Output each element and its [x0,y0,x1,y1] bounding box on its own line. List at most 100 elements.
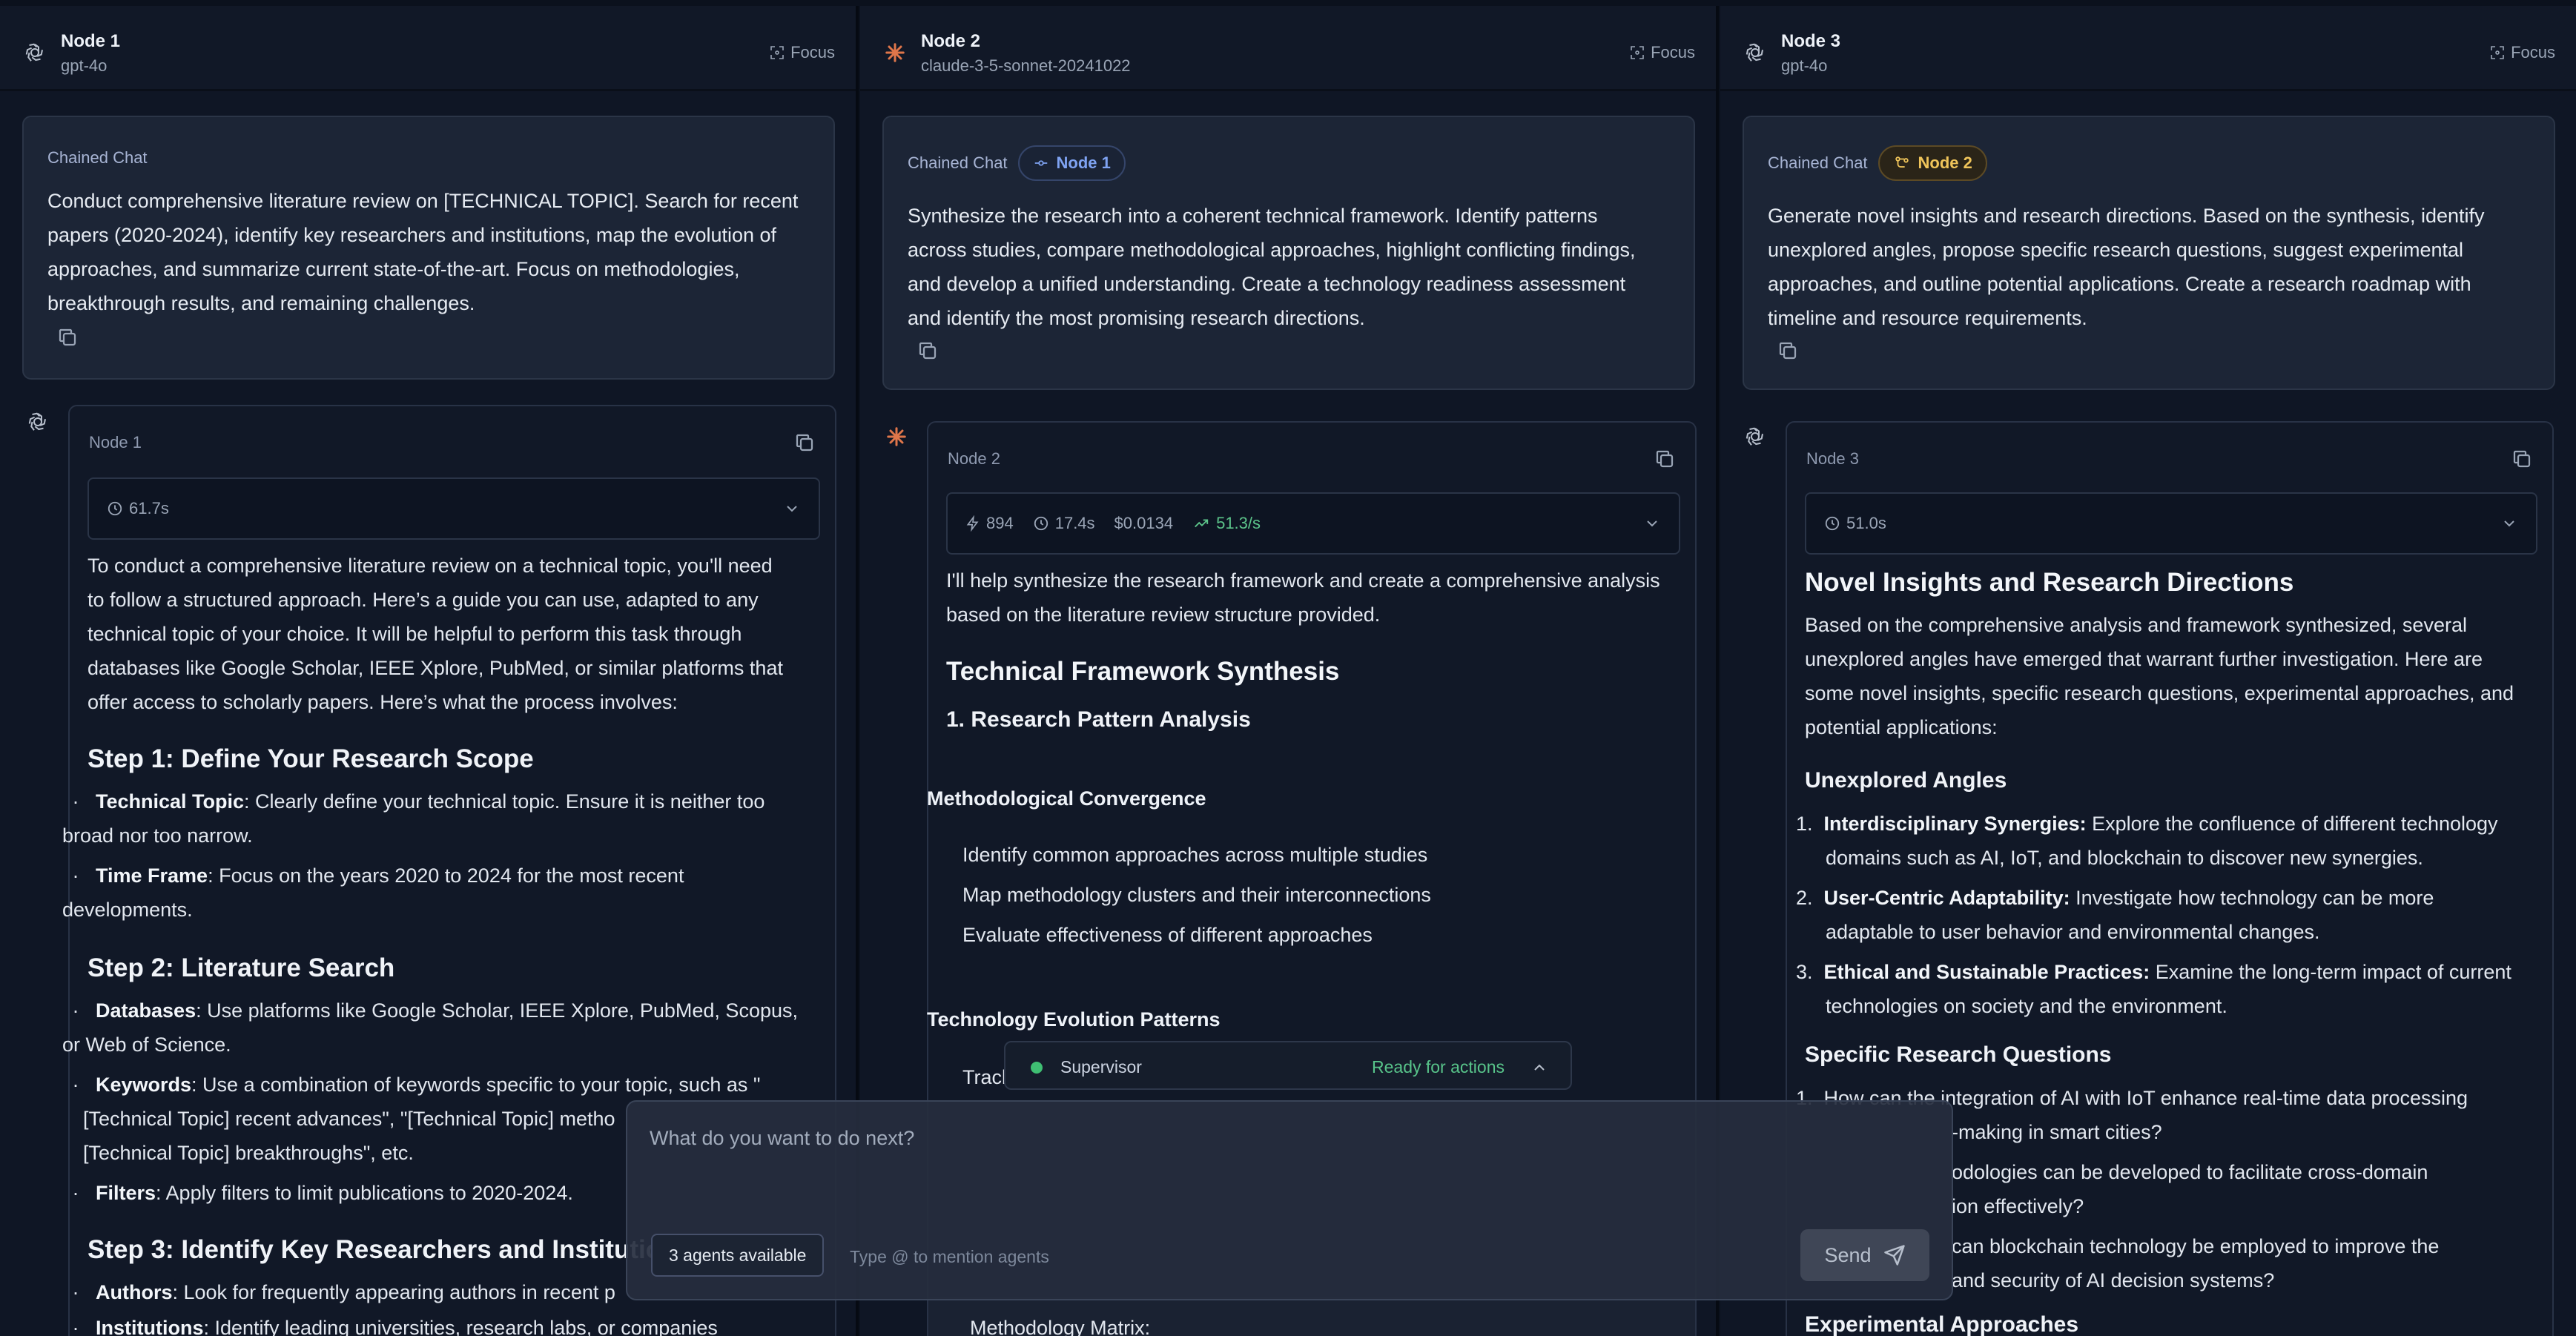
supervisor-bar[interactable]: Supervisor Ready for actions [1004,1041,1572,1090]
step-heading: Step 3: Identify Key Researchers and Ins… [87,1235,678,1264]
time-stat: 51.0s [1824,514,1886,533]
subsection-heading: 1. Research Pattern Analysis [946,707,1251,732]
code-line: Methodology Matrix: [970,1317,1151,1336]
chevron-down-icon[interactable] [1643,515,1661,532]
send-button[interactable]: Send [1800,1229,1929,1281]
prompt-card: Chained Chat Node 2 Generate novel insig… [1743,116,2555,390]
clock-icon [1825,516,1840,531]
response-node-label: Node 3 [1806,449,1859,468]
node-model: claude-3-5-sonnet-20241022 [921,56,1131,75]
chained-chat-label: Chained Chat [1768,153,1868,172]
focus-label: Focus [2511,43,2555,62]
prompt-card: Chained Chat Node 1 Synthesize the resea… [882,116,1695,390]
response-intro: Based on the comprehensive analysis and … [1805,614,2514,738]
time-stat: 61.7s [107,499,169,518]
section-heading: Novel Insights and Research Directions [1805,568,2294,597]
clock-icon [1034,516,1048,531]
supervisor-name: Supervisor [1060,1057,1142,1077]
tokens-stat: 894 [965,514,1014,533]
node-title: Node 3 [1781,31,1841,51]
chevron-down-icon[interactable] [2500,515,2518,532]
node-header: Node 3 gpt-4o Focus [1720,6,2576,91]
list-item: 3. Ethical and Sustainable Practices: Ex… [1796,961,2511,1017]
list-item: Map methodology clusters and their inter… [962,884,1431,906]
chained-node-pill[interactable]: Node 2 [1877,145,1987,181]
list-item: · Authors: Look for frequently appearing… [67,1281,615,1303]
copy-icon[interactable] [1777,340,1799,362]
subsection-heading: Experimental Approaches [1805,1312,2079,1336]
cost-stat: $0.0134 [1114,514,1174,532]
link-icon [1895,156,1909,168]
section-heading: Technical Framework Synthesis [946,657,1340,686]
step-heading: Step 2: Literature Search [87,953,395,982]
list-item: Identify common approaches across multip… [962,844,1428,866]
send-label: Send [1824,1243,1872,1266]
copy-icon[interactable] [1654,448,1676,470]
rate-stat: 51.3/s [1192,514,1261,533]
focus-button[interactable]: Focus [2490,43,2555,62]
trend-icon [1195,519,1209,528]
agents-available-button[interactable]: 3 agents available [651,1234,825,1277]
claude-icon [885,43,905,62]
copy-icon[interactable] [56,326,79,348]
chained-chat-label: Chained Chat [47,148,148,167]
bolt-icon [966,515,979,532]
copy-icon[interactable] [2511,448,2533,470]
node-title: Node 1 [61,31,121,51]
copy-icon[interactable] [917,340,939,362]
list-item: · Institutions: Identify leading univers… [67,1317,718,1336]
node-header: Node 2 claude-3-5-sonnet-20241022 Focus [860,6,1716,91]
list-item: · Filters: Apply filters to limit public… [67,1182,573,1204]
prompt-text: Synthesize the research into a coherent … [908,205,1636,329]
link-icon [1034,160,1047,166]
send-icon [1883,1245,1905,1266]
focus-icon [770,46,784,59]
claude-icon [887,427,906,446]
prompt-card: Chained Chat Conduct comprehensive liter… [22,116,835,380]
list-item: · Technical Topic: Clearly define your t… [62,790,765,847]
node-model: gpt-4o [61,56,108,75]
time-stat: 17.4s [1033,514,1095,533]
chevron-down-icon[interactable] [783,500,801,517]
openai-icon [25,43,43,62]
chevron-up-icon[interactable] [1530,1059,1548,1077]
sub-heading: Technology Evolution Patterns [927,1008,1221,1031]
prompt-text: Generate novel insights and research dir… [1768,205,2485,329]
chained-node-pill[interactable]: Node 1 [1017,145,1126,181]
list-item: · Time Frame: Focus on the years 2020 to… [62,864,684,921]
openai-icon [1746,427,1763,446]
response-node-label: Node 1 [89,433,142,452]
response-intro: To conduct a comprehensive literature re… [87,555,783,713]
list-item: 2. User-Centric Adaptability: Investigat… [1796,887,2434,943]
response-intro: I'll help synthesize the research framew… [946,569,1660,626]
list-item: Tracl [962,1066,1006,1088]
response-stats-bar[interactable]: 61.7s [87,477,820,540]
response-node-label: Node 2 [948,449,1000,468]
openai-icon [28,412,46,431]
node-header: Node 1 gpt-4o Focus [0,6,856,91]
focus-label: Focus [790,43,835,62]
list-item: Evaluate effectiveness of different appr… [962,924,1373,946]
code-block: Methodology Matrix: [928,1297,1695,1336]
node-title: Node 2 [921,31,981,51]
node-model: gpt-4o [1781,56,1828,75]
list-item: 1. Interdisciplinary Synergies: Explore … [1796,813,2498,869]
subsection-heading: Unexplored Angles [1805,768,2007,793]
focus-icon [1631,46,1644,59]
sub-heading: Methodological Convergence [927,787,1206,810]
clock-icon [108,501,122,516]
prompt-text: Conduct comprehensive literature review … [47,190,799,314]
focus-button[interactable]: Focus [1630,43,1695,62]
supervisor-status: Ready for actions [1372,1057,1505,1077]
status-dot [1031,1062,1043,1074]
subsection-heading: Specific Research Questions [1805,1042,2112,1067]
response-stats-bar[interactable]: 51.0s [1805,492,2537,555]
next-action-input[interactable] [650,1120,1836,1157]
focus-label: Focus [1651,43,1695,62]
copy-icon[interactable] [793,431,816,454]
chained-chat-label: Chained Chat [908,153,1008,172]
focus-icon [2491,46,2504,59]
openai-icon [1746,43,1763,62]
focus-button[interactable]: Focus [770,43,835,62]
response-stats-bar[interactable]: 894 17.4s $0.0134 51.3/s [946,492,1680,555]
